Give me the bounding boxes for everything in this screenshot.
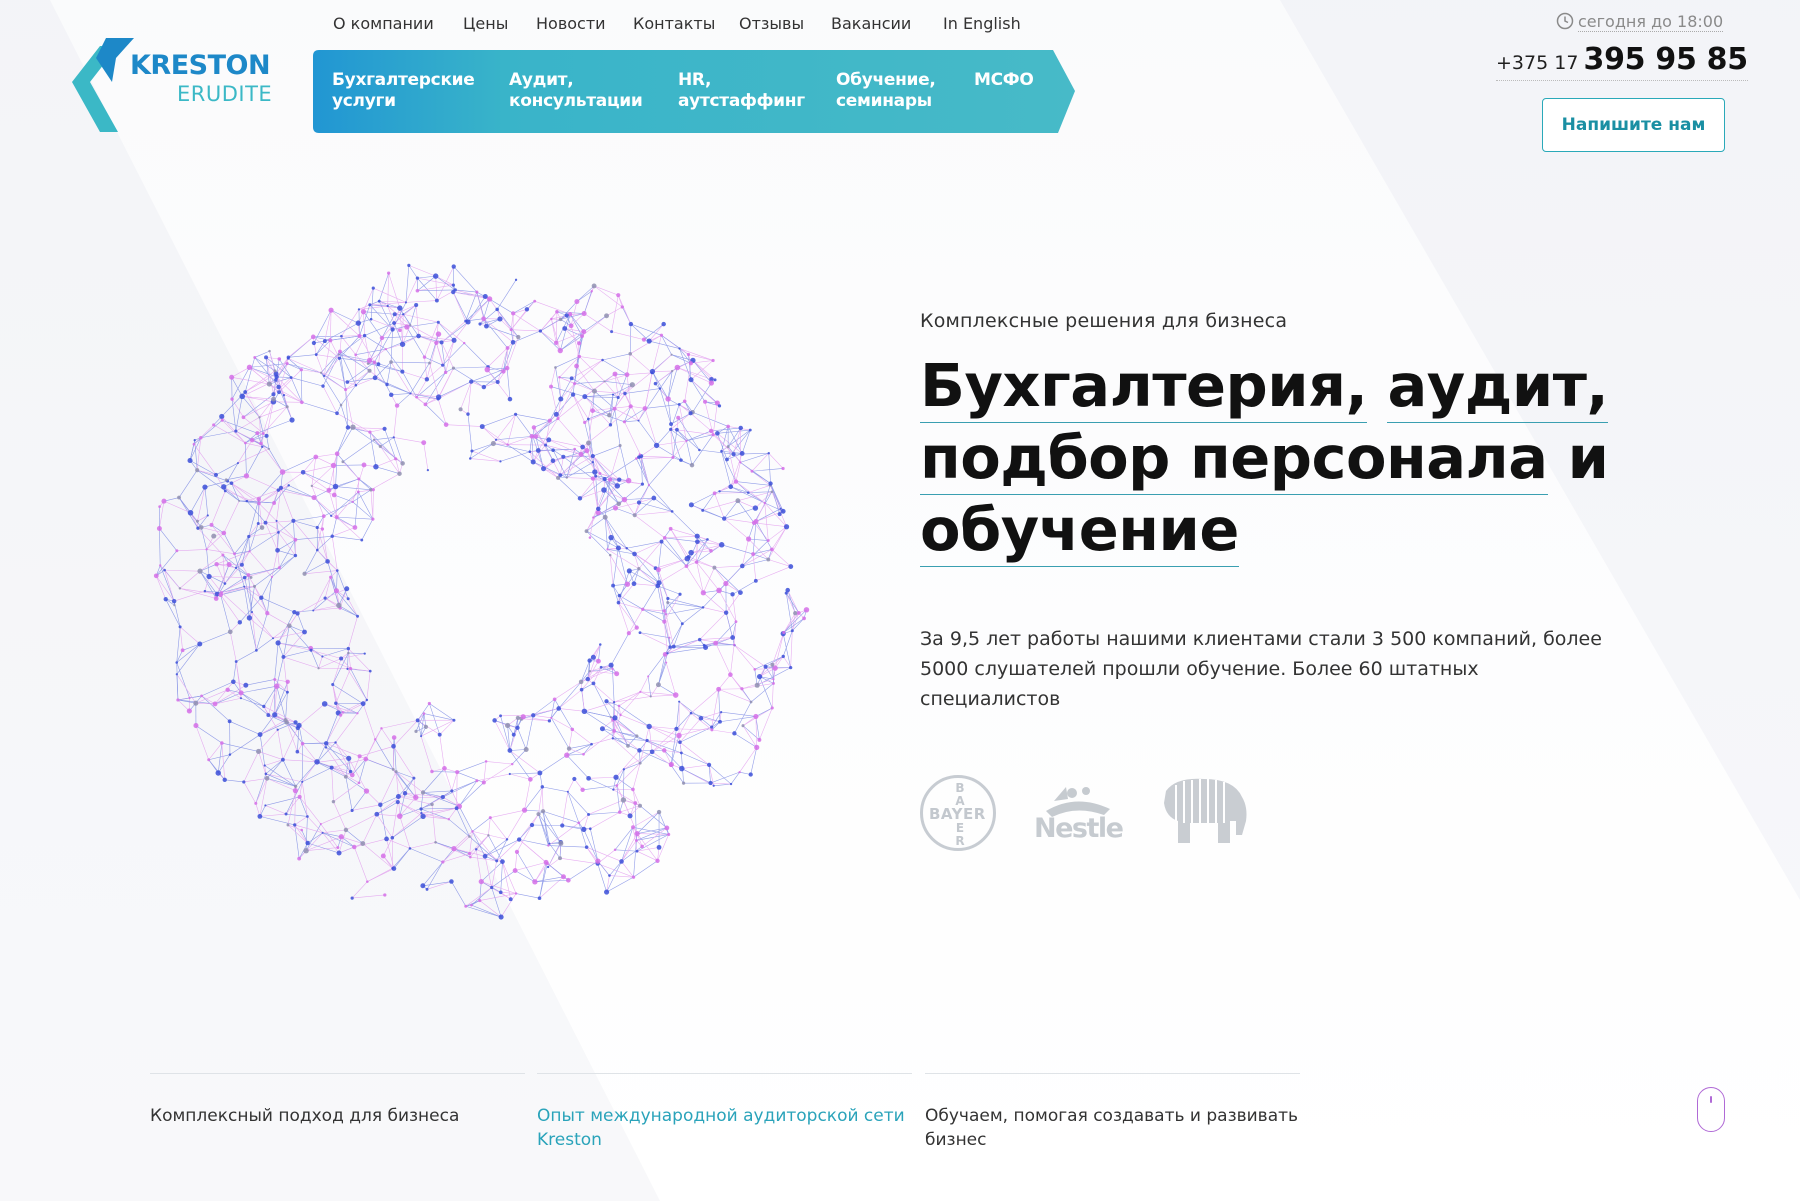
service-audit[interactable]: Аудит, консультации [509, 70, 643, 112]
hero-lead: За 9,5 лет работы нашими клиентами стали… [920, 628, 1602, 710]
hero-title: Бухгалтерия, аудит, подбор персонала и о… [920, 350, 1720, 567]
feature-international-network[interactable]: Опыт международной аудиторской сети Kres… [537, 1073, 912, 1152]
network-sphere-graphic [153, 263, 810, 920]
hero-title-link-hr[interactable]: подбор персонала [920, 423, 1548, 495]
phone-code: +375 17 [1496, 52, 1579, 74]
service-training-l2: семинары [836, 91, 932, 111]
nav-english[interactable]: In English [943, 14, 1021, 33]
service-accounting-l2: услуги [332, 91, 396, 111]
clock-icon [1556, 12, 1574, 30]
hero-title-and: и [1567, 423, 1609, 492]
mouse-scroll-icon[interactable] [1697, 1087, 1725, 1132]
service-ifrs-l1: МСФО [974, 70, 1034, 90]
nestle-logo: Nestle [1032, 783, 1124, 845]
service-hr-l1: HR, [678, 70, 712, 90]
client-logos: B A BAYER E R Nestle [920, 775, 1260, 855]
services-bar: Бухгалтерские услуги Аудит, консультации… [313, 50, 1075, 133]
service-audit-l2: консультации [509, 91, 643, 111]
service-hr[interactable]: HR, аутстаффинг [678, 70, 805, 112]
feature-training[interactable]: Обучаем, помогая создавать и развивать б… [925, 1073, 1300, 1152]
nav-news[interactable]: Новости [536, 14, 606, 33]
phone-link[interactable]: +375 17 395 95 85 [1496, 42, 1748, 81]
nav-prices[interactable]: Цены [463, 14, 508, 33]
working-hours[interactable]: сегодня до 18:00 [1556, 12, 1724, 34]
bayer-logo: B A BAYER E R [920, 775, 996, 851]
nav-vacancies[interactable]: Вакансии [831, 14, 911, 33]
nav-about[interactable]: О компании [333, 14, 434, 33]
logo-subtitle: ERUDITE [177, 82, 273, 106]
service-training[interactable]: Обучение, семинары [836, 70, 936, 112]
hero-title-link-accounting[interactable]: Бухгалтерия, [920, 351, 1368, 423]
phone-number: 395 95 85 [1583, 42, 1749, 77]
bayer-v-r: R [955, 834, 965, 848]
elephant-logo-icon [1164, 778, 1247, 843]
hero-eyebrow: Комплексные решения для бизнеса [920, 310, 1288, 332]
hero-title-link-training[interactable]: обучение [920, 495, 1239, 567]
service-hr-l2: аутстаффинг [678, 91, 805, 111]
feature-complex-approach[interactable]: Комплексный подход для бизнеса [150, 1073, 525, 1128]
hours-text: сегодня до 18:00 [1578, 12, 1724, 32]
service-audit-l1: Аудит, [509, 70, 574, 90]
logo-title: KRESTON [130, 50, 271, 81]
service-ifrs[interactable]: МСФО [974, 70, 1034, 91]
service-accounting[interactable]: Бухгалтерские услуги [332, 70, 475, 112]
hero-title-link-audit[interactable]: аудит, [1387, 351, 1609, 423]
write-us-button[interactable]: Напишите нам [1542, 98, 1725, 152]
nav-contacts[interactable]: Контакты [633, 14, 715, 33]
hero: Комплексные решения для бизнеса Бухгалте… [920, 310, 1740, 714]
kreston-logo[interactable]: KRESTON ERUDITE [72, 36, 282, 134]
nestle-word: Nestle [1034, 813, 1124, 844]
service-training-l1: Обучение, [836, 70, 936, 90]
nestle-nest-icon [1046, 787, 1110, 817]
bayer-vertical-bottom: E R [954, 822, 966, 848]
service-accounting-l1: Бухгалтерские [332, 70, 475, 90]
nav-reviews[interactable]: Отзывы [739, 14, 804, 33]
